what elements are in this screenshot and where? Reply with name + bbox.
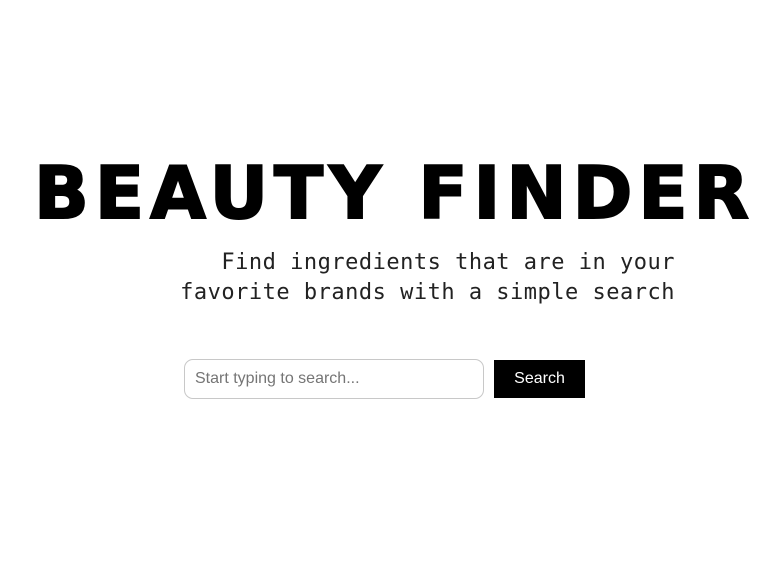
tagline-line-2: favorite brands with a simple search [180,280,675,305]
search-button[interactable]: Search [494,360,585,398]
site-logo: BEAUTY FINDER [33,150,755,236]
search-form: Search [184,359,586,399]
page: BEAUTY FINDER Find ingredients that are … [0,0,777,567]
tagline: Find ingredients that are in your favori… [115,248,675,308]
search-input[interactable] [184,359,484,399]
tagline-line-1: Find ingredients that are in your [221,250,675,275]
